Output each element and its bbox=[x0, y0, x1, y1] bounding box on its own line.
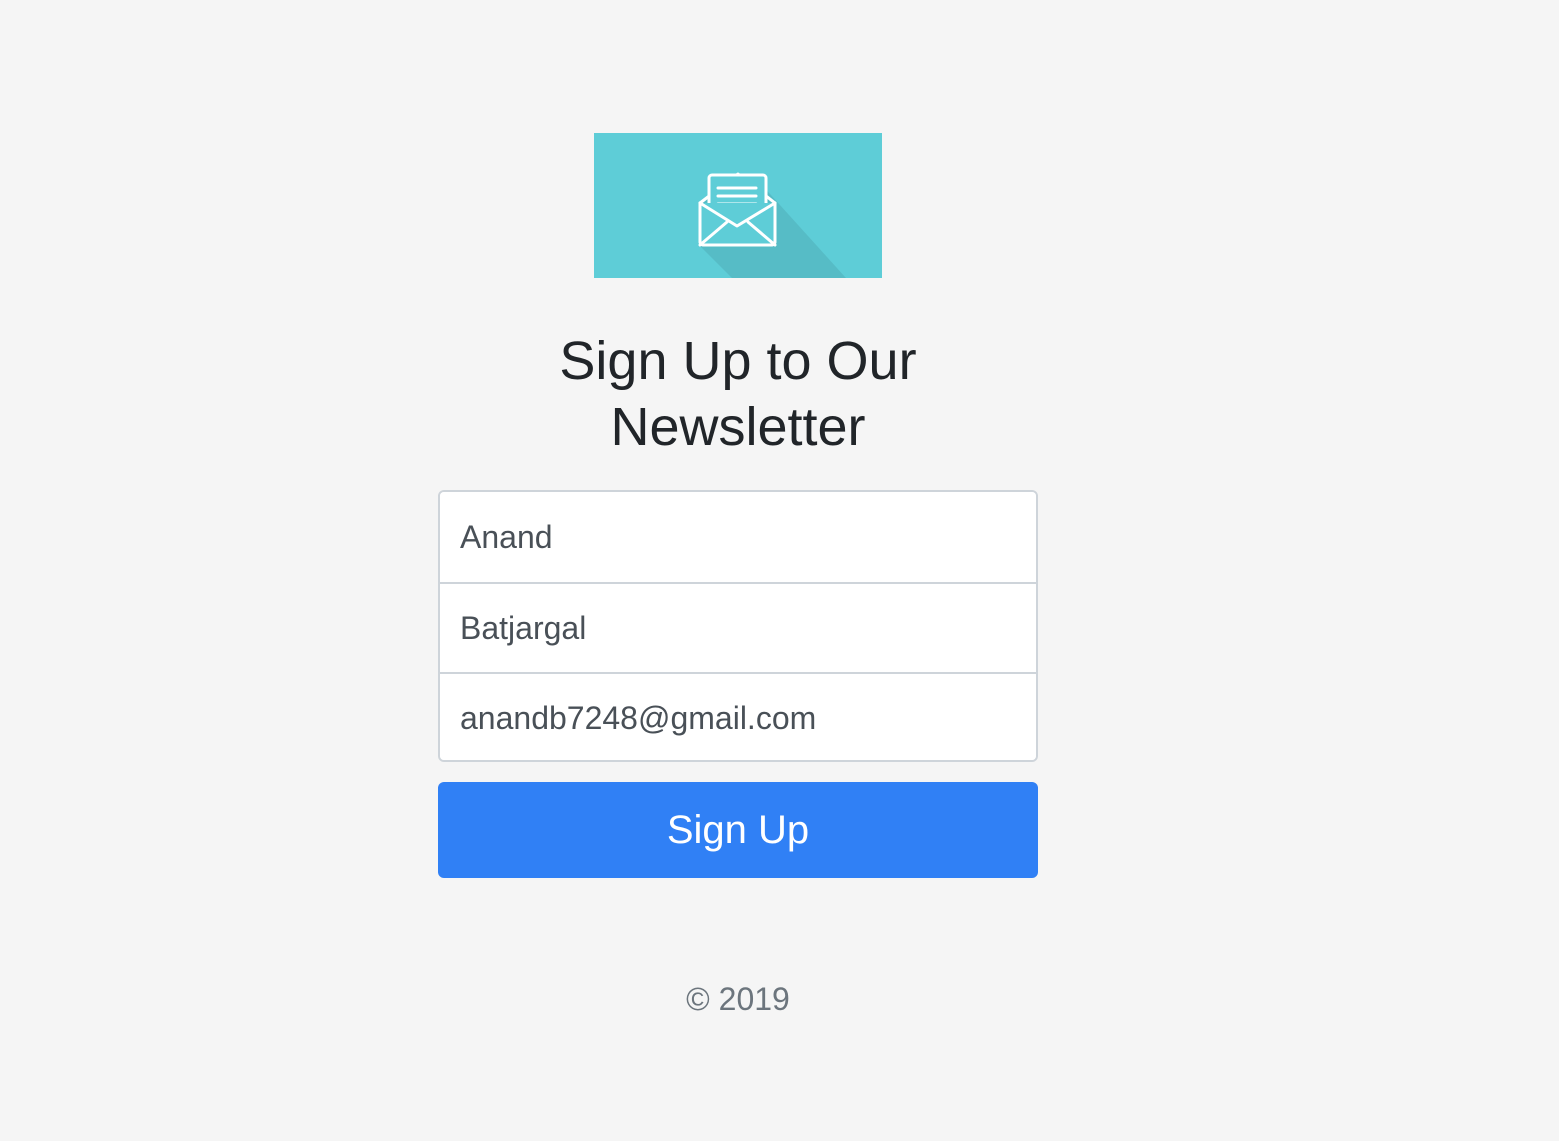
open-envelope-letter-icon bbox=[698, 172, 846, 278]
sign-up-button[interactable]: Sign Up bbox=[438, 782, 1038, 878]
email-input[interactable] bbox=[440, 672, 1036, 760]
input-group bbox=[438, 490, 1038, 762]
first-name-input[interactable] bbox=[440, 492, 1036, 582]
newsletter-logo bbox=[594, 133, 882, 278]
last-name-input[interactable] bbox=[440, 582, 1036, 672]
page-title-line-2: Newsletter bbox=[610, 397, 866, 457]
copyright-text: © 2019 bbox=[686, 981, 790, 1017]
page-title: Sign Up to Our Newsletter bbox=[438, 328, 1038, 460]
page-title-line-1: Sign Up to Our bbox=[559, 331, 917, 391]
